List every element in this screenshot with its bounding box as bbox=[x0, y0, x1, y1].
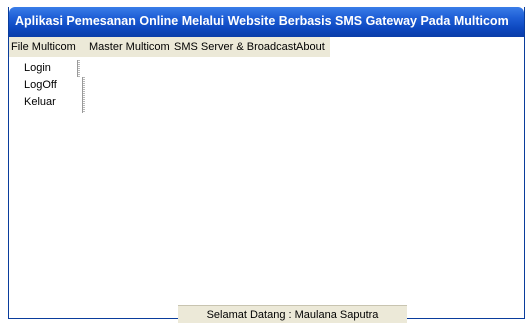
menu-item-login[interactable]: Login bbox=[24, 62, 51, 74]
welcome-message: Selamat Datang : Maulana Saputra bbox=[206, 309, 379, 321]
menu-bar: File Multicom Master Multicom SMS Server… bbox=[9, 37, 330, 57]
window-title: Aplikasi Pemesanan Online Melalui Websit… bbox=[15, 14, 509, 28]
grip-handle bbox=[82, 77, 85, 113]
title-bar[interactable]: Aplikasi Pemesanan Online Melalui Websit… bbox=[9, 7, 524, 37]
menu-about[interactable]: About bbox=[296, 41, 325, 53]
app-window: Aplikasi Pemesanan Online Melalui Websit… bbox=[8, 7, 525, 319]
menu-master-multicom[interactable]: Master Multicom bbox=[89, 41, 170, 53]
grip-handle bbox=[77, 60, 80, 77]
menu-sms-server-broadcast[interactable]: SMS Server & Broadcast bbox=[174, 41, 296, 53]
file-multicom-dropdown: Login LogOff Keluar bbox=[14, 58, 85, 116]
menu-item-logoff[interactable]: LogOff bbox=[24, 79, 57, 91]
menu-item-keluar[interactable]: Keluar bbox=[24, 96, 56, 108]
status-bar: Selamat Datang : Maulana Saputra bbox=[178, 305, 407, 323]
menu-file-multicom[interactable]: File Multicom bbox=[11, 41, 76, 53]
